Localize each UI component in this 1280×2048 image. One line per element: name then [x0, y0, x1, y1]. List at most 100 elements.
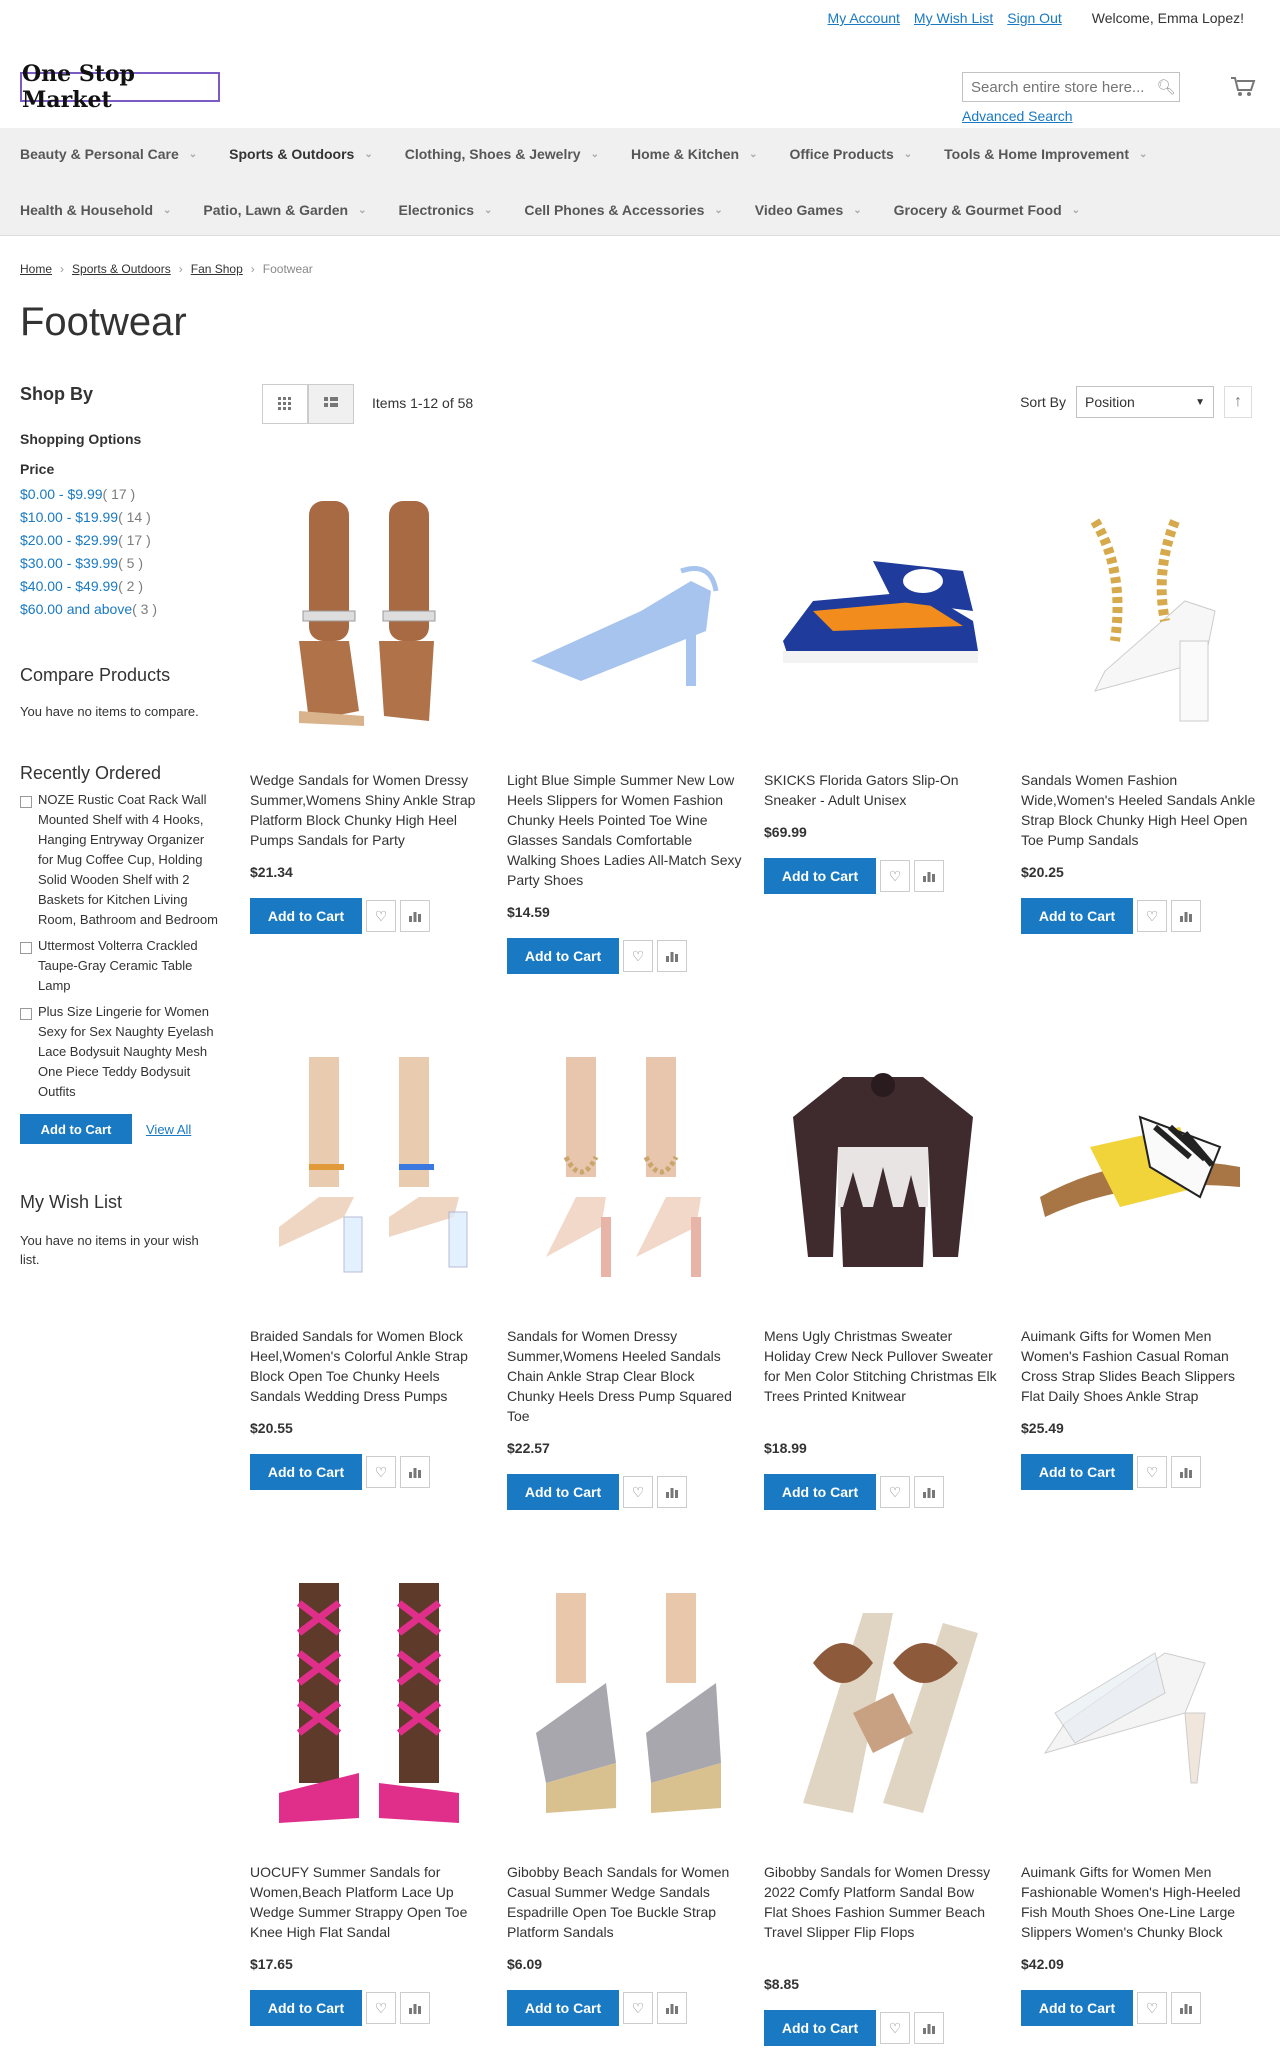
add-to-compare-chart-icon[interactable]	[657, 1476, 687, 1508]
sign-out-link[interactable]: Sign Out	[1007, 10, 1061, 26]
price-filter-item[interactable]: $60.00 and above( 3 )	[20, 598, 230, 621]
add-to-cart-button[interactable]: Add to Cart	[507, 1474, 619, 1510]
add-to-wishlist-heart-icon[interactable]: ♡	[1137, 1992, 1167, 2024]
product-name-link[interactable]: Sandals for Women Dressy Summer,Womens H…	[507, 1326, 743, 1426]
add-to-wishlist-heart-icon[interactable]: ♡	[1137, 1456, 1167, 1488]
add-to-compare-chart-icon[interactable]	[657, 940, 687, 972]
add-to-compare-chart-icon[interactable]	[1171, 1456, 1201, 1488]
recent-item-name[interactable]: Uttermost Volterra Crackled Taupe-Gray C…	[38, 936, 222, 996]
nav-tools-home-improvement[interactable]: Tools & Home Improvement ⌄	[924, 128, 1159, 180]
add-to-wishlist-heart-icon[interactable]: ♡	[623, 1992, 653, 2024]
price-filter-link[interactable]: $30.00 - $39.99	[20, 555, 118, 571]
product-image[interactable]	[250, 462, 488, 760]
breadcrumb-sports-outdoors[interactable]: Sports & Outdoors	[72, 262, 171, 276]
add-to-cart-button[interactable]: Add to Cart	[507, 1990, 619, 2026]
product-name-link[interactable]: Auimank Gifts for Women Men Fashionable …	[1021, 1862, 1257, 1942]
nav-electronics[interactable]: Electronics ⌄	[379, 184, 505, 236]
product-image[interactable]	[1021, 1018, 1259, 1316]
search-input[interactable]	[963, 73, 1153, 101]
price-filter-link[interactable]: $60.00 and above	[20, 601, 132, 617]
nav-sports-outdoors[interactable]: Sports & Outdoors ⌄	[209, 128, 385, 180]
add-to-compare-chart-icon[interactable]	[400, 1992, 430, 2024]
add-to-wishlist-heart-icon[interactable]: ♡	[366, 1992, 396, 2024]
recent-item-checkbox[interactable]	[20, 1008, 32, 1020]
product-name-link[interactable]: Braided Sandals for Women Block Heel,Wom…	[250, 1326, 486, 1406]
add-to-wishlist-heart-icon[interactable]: ♡	[1137, 900, 1167, 932]
add-to-wishlist-heart-icon[interactable]: ♡	[366, 900, 396, 932]
add-to-cart-button[interactable]: Add to Cart	[764, 1474, 876, 1510]
add-to-cart-button[interactable]: Add to Cart	[507, 938, 619, 974]
product-image[interactable]	[507, 462, 745, 760]
recent-item-name[interactable]: Plus Size Lingerie for Women Sexy for Se…	[38, 1002, 222, 1102]
search-icon[interactable]: 🔍︎	[1153, 73, 1179, 101]
nav-clothing-shoes-jewelry[interactable]: Clothing, Shoes & Jewelry ⌄	[385, 128, 611, 180]
product-name-link[interactable]: Light Blue Simple Summer New Low Heels S…	[507, 770, 743, 890]
add-to-compare-chart-icon[interactable]	[914, 860, 944, 892]
add-to-cart-button[interactable]: Add to Cart	[1021, 1990, 1133, 2026]
product-image[interactable]	[1021, 1554, 1259, 1852]
add-to-wishlist-heart-icon[interactable]: ♡	[623, 940, 653, 972]
product-image[interactable]	[507, 1554, 745, 1852]
product-image[interactable]	[1021, 462, 1259, 760]
add-to-cart-button[interactable]: Add to Cart	[764, 2010, 876, 2046]
price-filter-item[interactable]: $40.00 - $49.99( 2 )	[20, 575, 230, 598]
recent-item-checkbox[interactable]	[20, 942, 32, 954]
price-filter-item[interactable]: $30.00 - $39.99( 5 )	[20, 552, 230, 575]
sort-direction-icon[interactable]: ↑	[1224, 386, 1252, 418]
recent-item-name[interactable]: NOZE Rustic Coat Rack Wall Mounted Shelf…	[38, 790, 222, 930]
product-name-link[interactable]: Wedge Sandals for Women Dressy Summer,Wo…	[250, 770, 486, 850]
nav-beauty-personal-care[interactable]: Beauty & Personal Care ⌄	[0, 128, 209, 180]
price-filter-item[interactable]: $0.00 - $9.99( 17 )	[20, 483, 230, 506]
add-to-wishlist-heart-icon[interactable]: ♡	[880, 860, 910, 892]
price-filter-link[interactable]: $40.00 - $49.99	[20, 578, 118, 594]
store-logo[interactable]: One Stop Market	[20, 61, 220, 113]
add-to-compare-chart-icon[interactable]	[914, 1476, 944, 1508]
product-image[interactable]	[507, 1018, 745, 1316]
advanced-search-link[interactable]: Advanced Search	[962, 108, 1073, 124]
nav-video-games[interactable]: Video Games ⌄	[735, 184, 874, 236]
breadcrumb-fan-shop[interactable]: Fan Shop	[191, 262, 243, 276]
add-to-wishlist-heart-icon[interactable]: ♡	[880, 1476, 910, 1508]
add-to-compare-chart-icon[interactable]	[1171, 1992, 1201, 2024]
nav-office-products[interactable]: Office Products ⌄	[769, 128, 924, 180]
add-to-compare-chart-icon[interactable]	[1171, 900, 1201, 932]
price-filter-item[interactable]: $10.00 - $19.99( 14 )	[20, 506, 230, 529]
grid-view-icon[interactable]	[262, 384, 308, 424]
sort-select[interactable]: Position ▼	[1076, 386, 1214, 418]
nav-home-kitchen[interactable]: Home & Kitchen ⌄	[611, 128, 770, 180]
breadcrumb-home[interactable]: Home	[20, 262, 52, 276]
add-to-wishlist-heart-icon[interactable]: ♡	[880, 2012, 910, 2044]
product-name-link[interactable]: Sandals Women Fashion Wide,Women's Heele…	[1021, 770, 1257, 850]
add-to-cart-button[interactable]: Add to Cart	[1021, 1454, 1133, 1490]
price-filter-item[interactable]: $20.00 - $29.99( 17 )	[20, 529, 230, 552]
product-image[interactable]	[764, 1554, 1002, 1852]
add-to-wishlist-heart-icon[interactable]: ♡	[366, 1456, 396, 1488]
my-wish-list-link[interactable]: My Wish List	[914, 10, 993, 26]
nav-grocery-gourmet-food[interactable]: Grocery & Gourmet Food ⌄	[874, 184, 1092, 236]
add-to-cart-button[interactable]: Add to Cart	[250, 1454, 362, 1490]
view-all-link[interactable]: View All	[146, 1122, 191, 1137]
add-to-compare-chart-icon[interactable]	[400, 1456, 430, 1488]
add-to-cart-button[interactable]: Add to Cart	[764, 858, 876, 894]
price-filter-link[interactable]: $20.00 - $29.99	[20, 532, 118, 548]
list-view-icon[interactable]	[308, 384, 354, 424]
product-image[interactable]	[250, 1554, 488, 1852]
my-account-link[interactable]: My Account	[828, 10, 900, 26]
recent-add-to-cart-button[interactable]: Add to Cart	[20, 1114, 132, 1144]
nav-health-household[interactable]: Health & Household ⌄	[0, 184, 183, 236]
add-to-cart-button[interactable]: Add to Cart	[1021, 898, 1133, 934]
product-name-link[interactable]: Mens Ugly Christmas Sweater Holiday Crew…	[764, 1326, 1000, 1426]
recent-item-checkbox[interactable]	[20, 796, 32, 808]
price-filter-link[interactable]: $0.00 - $9.99	[20, 486, 103, 502]
add-to-compare-chart-icon[interactable]	[914, 2012, 944, 2044]
product-name-link[interactable]: Gibobby Sandals for Women Dressy 2022 Co…	[764, 1862, 1000, 1962]
product-name-link[interactable]: Auimank Gifts for Women Men Women's Fash…	[1021, 1326, 1257, 1406]
product-name-link[interactable]: SKICKS Florida Gators Slip-On Sneaker - …	[764, 770, 1000, 810]
price-filter-link[interactable]: $10.00 - $19.99	[20, 509, 118, 525]
product-name-link[interactable]: UOCUFY Summer Sandals for Women,Beach Pl…	[250, 1862, 486, 1942]
nav-patio-lawn-garden[interactable]: Patio, Lawn & Garden ⌄	[183, 184, 378, 236]
add-to-cart-button[interactable]: Add to Cart	[250, 1990, 362, 2026]
product-name-link[interactable]: Gibobby Beach Sandals for Women Casual S…	[507, 1862, 743, 1942]
add-to-wishlist-heart-icon[interactable]: ♡	[623, 1476, 653, 1508]
product-image[interactable]	[764, 462, 1002, 760]
